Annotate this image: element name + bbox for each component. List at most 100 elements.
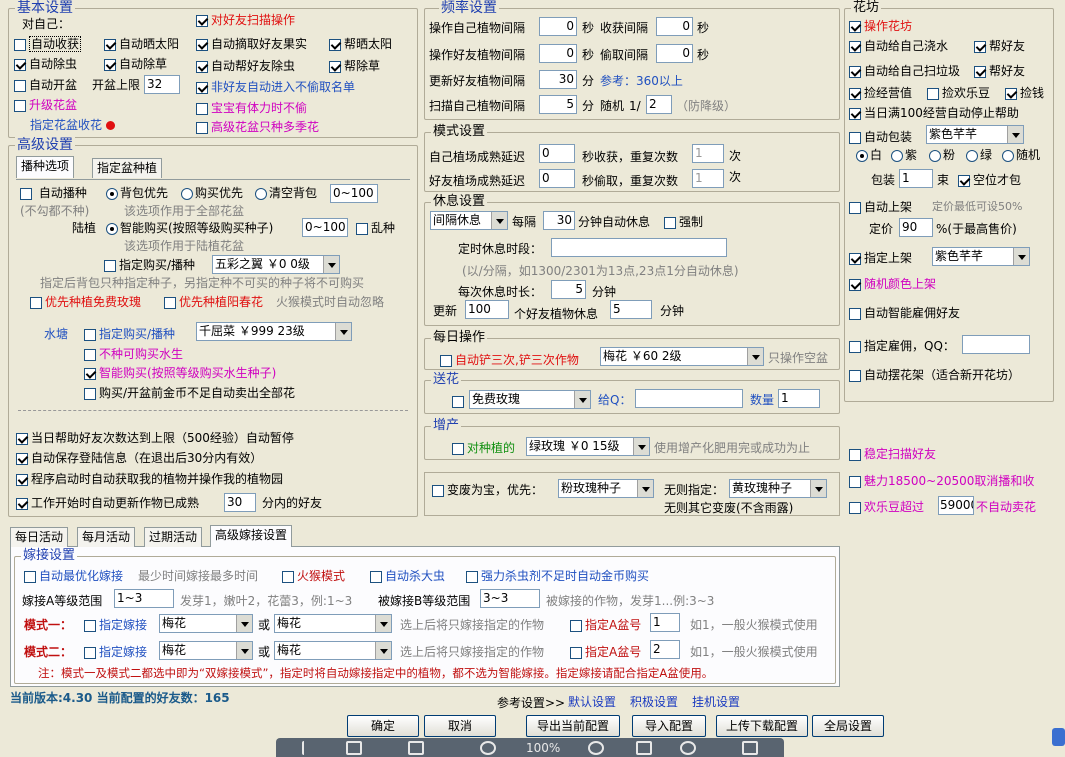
smart-hire-checkbox[interactable]: 自动智能雇佣好友 [849, 305, 960, 321]
chevron-down-icon[interactable] [1007, 126, 1023, 143]
checkbox-box[interactable] [196, 14, 208, 27]
checkbox-box[interactable] [84, 348, 96, 361]
checkbox-box[interactable] [849, 501, 861, 514]
mode2-specify-checkbox[interactable]: 指定嫁接 [84, 644, 147, 660]
checkbox-box[interactable] [196, 102, 208, 115]
tab-monthly-activity[interactable]: 每月活动 [77, 527, 136, 547]
operate-shop-checkbox[interactable]: 操作花坊 [849, 18, 912, 34]
chevron-down-icon[interactable] [375, 615, 391, 632]
a-range-input[interactable]: 1~3 [114, 589, 174, 608]
auto-pack-checkbox[interactable]: 自动包装 [849, 129, 912, 145]
chevron-down-icon[interactable] [323, 256, 339, 273]
checkbox-box[interactable] [16, 452, 28, 465]
checkbox-box[interactable] [849, 65, 861, 78]
mode1-flower1-select[interactable]: 梅花 [159, 614, 253, 633]
gift-qq-input[interactable] [635, 389, 743, 408]
checkbox-box[interactable] [196, 38, 208, 51]
ok-button[interactable]: 确定 [347, 715, 419, 737]
boost-seed-select[interactable]: 绿玫瑰 ￥0 15级 [526, 437, 650, 456]
timed-rest-input[interactable] [551, 238, 727, 257]
checkbox-box[interactable] [14, 38, 26, 51]
checkbox-box[interactable] [849, 340, 861, 353]
mode1-a-pot-input[interactable]: 1 [650, 613, 680, 632]
checkbox-box[interactable] [24, 570, 36, 583]
b-range-input[interactable]: 3~3 [480, 589, 540, 608]
checkbox-box[interactable] [196, 121, 208, 134]
checkbox-box[interactable] [282, 570, 294, 583]
zoom-plus-icon[interactable] [588, 741, 604, 755]
radio-dot[interactable] [106, 187, 118, 200]
tab-daily-activity[interactable]: 每日活动 [10, 527, 69, 547]
chevron-down-icon[interactable] [335, 323, 351, 340]
pond-smart-checkbox[interactable]: 智能购买(按照等级购买水生种子) [84, 365, 276, 381]
color-radio-pink[interactable]: 粉 [929, 147, 955, 163]
rotate-icon[interactable] [680, 741, 696, 755]
tab-expired-activity[interactable]: 过期活动 [144, 527, 203, 547]
chevron-down-icon[interactable] [375, 642, 391, 659]
radio-dot[interactable] [929, 149, 941, 162]
checkbox-box[interactable] [104, 259, 116, 272]
checkbox-box[interactable] [849, 131, 861, 144]
tab-graft-settings[interactable]: 高级嫁接设置 [210, 525, 293, 547]
checkbox-box[interactable] [849, 87, 861, 100]
checkbox-box[interactable] [849, 307, 861, 320]
advanced-pot-checkbox[interactable]: 高级花盆只种多季花 [196, 119, 319, 135]
hire-qq-input[interactable] [962, 335, 1030, 354]
checkbox-box[interactable] [849, 20, 861, 33]
cancel-button[interactable]: 取消 [424, 715, 496, 737]
sweep-friend-checkbox[interactable]: 帮好友 [974, 63, 1025, 79]
checkbox-box[interactable] [16, 432, 28, 445]
specify-buy-checkbox[interactable]: 指定购买/播种 [104, 257, 195, 273]
checkbox-box[interactable] [196, 81, 208, 94]
checkbox-box[interactable] [849, 40, 861, 53]
only-empty-checkbox[interactable]: 空位才包 [958, 172, 1021, 188]
sweep-self-checkbox[interactable]: 自动给自己扫垃圾 [849, 63, 960, 79]
mode2-flower1-select[interactable]: 梅花 [159, 641, 253, 660]
checkbox-box[interactable] [356, 222, 368, 235]
chevron-down-icon[interactable] [236, 615, 252, 632]
rest-update-input-2[interactable]: 5 [610, 300, 652, 319]
checkbox-box[interactable] [16, 497, 28, 510]
checkbox-box[interactable] [16, 473, 28, 486]
checkbox-box[interactable] [370, 570, 382, 583]
own-delay-input[interactable]: 0 [539, 144, 575, 163]
upgrade-pot-checkbox[interactable]: 升级花盆 [14, 97, 77, 113]
pack-count-input[interactable]: 1 [899, 169, 933, 188]
checkbox-box[interactable] [849, 278, 861, 291]
tab-specify-pot[interactable]: 指定盆种植 [92, 158, 163, 178]
color-radio-white[interactable]: 白 [856, 147, 882, 163]
auto-sun-checkbox[interactable]: 自动晒太阳 [104, 36, 179, 52]
radio-dot[interactable] [255, 187, 267, 200]
gift-flower-select[interactable]: 免费玫瑰 [469, 390, 591, 409]
checkbox-box[interactable] [164, 296, 176, 309]
duration-input[interactable]: 5 [551, 280, 586, 299]
pot-limit-input[interactable]: 32 [144, 75, 180, 94]
auto-open-pot-checkbox[interactable]: 自动开盆 [14, 77, 77, 93]
auto-weed-checkbox[interactable]: 自动除草 [104, 56, 167, 72]
strong-kill-checkbox[interactable]: 强力杀虫剂不足时自动金币购买 [466, 568, 649, 584]
color-radio-purple[interactable]: 紫 [891, 147, 917, 163]
tab-sow-options[interactable]: 播种选项 [16, 156, 75, 178]
startup-fetch-checkbox[interactable]: 程序启动时自动获取我的植物并操作我的植物园 [16, 471, 283, 487]
scan-interval-input[interactable]: 5 [539, 95, 577, 114]
zoom-in-icon[interactable] [346, 741, 362, 755]
non-friend-checkbox[interactable]: 非好友自动进入不偷取名单 [196, 79, 355, 95]
happy-bean-checkbox[interactable]: 欢乐豆超过 [849, 499, 924, 515]
checkbox-box[interactable] [664, 216, 676, 229]
boost-checkbox[interactable]: 对种植的 [452, 440, 515, 456]
stop-help-checkbox[interactable]: 当日满100经营自动停止帮助 [849, 105, 1019, 121]
fit-icon[interactable] [302, 741, 318, 755]
friend-delay-repeat-input[interactable]: 1 [692, 169, 724, 188]
radio-dot[interactable] [106, 222, 118, 235]
checkbox-box[interactable] [974, 65, 986, 78]
radio-dot[interactable] [966, 149, 978, 162]
specify-hire-checkbox[interactable]: 指定雇佣，QQ： [849, 338, 955, 354]
pond-sell-checkbox[interactable]: 购买/开盆前金币不足自动卖出全部花 [84, 385, 295, 401]
checkbox-box[interactable] [329, 60, 341, 73]
radio-dot[interactable] [1002, 149, 1014, 162]
checkbox-box[interactable] [849, 448, 861, 461]
pick-friend-fruit-checkbox[interactable]: 自动摘取好友果实 [196, 36, 307, 52]
chevron-down-icon[interactable] [747, 348, 763, 365]
checkbox-box[interactable] [84, 387, 96, 400]
clear-bag-radio[interactable]: 清空背包 [255, 185, 317, 201]
